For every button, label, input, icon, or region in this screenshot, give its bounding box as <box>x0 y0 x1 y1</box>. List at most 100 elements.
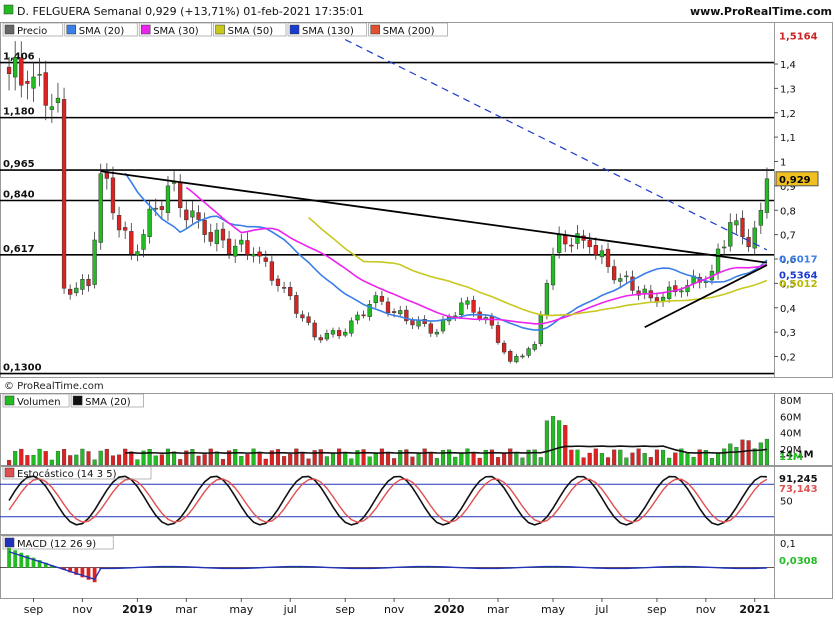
volume-bar <box>214 451 219 466</box>
volume-bar <box>624 457 629 466</box>
x-tick-label: jul <box>594 603 608 616</box>
volume-bar <box>716 452 721 466</box>
price-tag-text: 1,5164 <box>779 32 818 43</box>
x-tick-label: sep <box>647 603 666 616</box>
volume-bar <box>220 459 226 466</box>
volume-bar <box>104 449 109 466</box>
candle-body <box>722 246 727 249</box>
candle-body <box>233 245 238 257</box>
volume-tick-label: 80M <box>780 396 801 407</box>
candle-body <box>349 320 354 334</box>
volume-bar <box>92 459 97 466</box>
candle-body <box>624 275 629 278</box>
price-tag-text: 0,929 <box>779 175 811 186</box>
volume-bar <box>172 451 177 466</box>
legend-swatch <box>66 24 77 35</box>
candle-body <box>336 330 342 337</box>
volume-bar <box>263 458 268 466</box>
candle-body <box>37 73 42 76</box>
volume-bar <box>612 449 617 466</box>
candle-body <box>416 320 421 327</box>
candle-body <box>312 322 317 338</box>
volume-bar <box>544 420 549 466</box>
candle-body <box>563 235 568 245</box>
level-label: 0,965 <box>3 159 35 170</box>
stochastic-tick-label: 50 <box>780 497 793 508</box>
candle-body <box>355 314 360 321</box>
candle-body <box>569 244 574 247</box>
volume-bar <box>165 448 171 466</box>
candle-body <box>556 234 562 253</box>
candle-body <box>13 57 18 78</box>
volume-bar <box>129 451 134 466</box>
candle-body <box>43 72 48 106</box>
candle-body <box>80 279 85 290</box>
volume-bar <box>7 459 12 466</box>
candle-body <box>575 233 580 244</box>
site-label: www.ProRealTime.com <box>690 5 832 18</box>
volume-bar <box>43 451 48 466</box>
legend-label: SMA (20) <box>85 397 131 408</box>
candle-body <box>495 325 501 343</box>
volume-bar <box>434 458 439 466</box>
x-tick-label: nov <box>72 603 93 616</box>
candle-body <box>269 261 275 281</box>
price-tick-label: 1,3 <box>780 84 796 95</box>
volume-bar <box>569 449 574 466</box>
candle-body <box>196 212 201 220</box>
volume-bar <box>636 448 641 466</box>
x-tick-label: 2020 <box>434 603 465 616</box>
volume-tick-label: 60M <box>780 412 801 423</box>
candle-body <box>98 173 103 243</box>
volume-bar <box>538 457 543 466</box>
candle-body <box>178 181 183 208</box>
candle-body <box>214 229 220 245</box>
candle-body <box>391 311 397 313</box>
candle-body <box>740 217 745 237</box>
candle-body <box>440 319 446 332</box>
volume-bar <box>239 456 244 466</box>
candle-body <box>147 208 152 237</box>
legend-label: SMA (130) <box>302 26 354 37</box>
price-tick-label: 0,7 <box>780 231 796 242</box>
volume-bar <box>514 452 519 466</box>
legend-swatch <box>4 467 15 478</box>
volume-bar <box>282 456 287 466</box>
candle-body <box>55 97 61 103</box>
candle-body <box>544 283 550 316</box>
volume-bar <box>667 457 672 466</box>
volume-bar <box>178 459 183 466</box>
candle-body <box>434 331 440 335</box>
volume-bar <box>471 452 476 466</box>
volume-bar <box>722 448 727 466</box>
candle-body <box>275 278 281 286</box>
candle-body <box>135 251 140 256</box>
volume-bar <box>202 454 207 466</box>
volume-bar <box>379 448 384 466</box>
volume-bar <box>110 455 116 466</box>
volume-bar <box>520 457 525 466</box>
volume-bar <box>349 458 354 466</box>
candle-body <box>501 342 507 353</box>
volume-bar <box>734 447 739 466</box>
volume-bar <box>135 459 140 466</box>
candle-body <box>379 296 385 302</box>
macd-histogram-bar <box>92 567 97 583</box>
candle-body <box>25 81 30 84</box>
volume-bar <box>367 456 372 466</box>
volume-bar <box>422 448 427 466</box>
candle-body <box>599 250 605 258</box>
volume-bar <box>294 448 299 466</box>
volume-bar <box>508 448 513 466</box>
volume-bar <box>196 455 201 466</box>
candle-body <box>593 245 598 255</box>
volume-bar <box>37 448 42 466</box>
candle-body <box>306 316 311 323</box>
candle-body <box>508 351 513 362</box>
legend-label: SMA (30) <box>153 26 199 37</box>
candle-body <box>324 333 330 340</box>
volume-bar <box>361 449 366 466</box>
candle-body <box>679 290 684 293</box>
candle-body <box>520 355 525 358</box>
volume-bar <box>673 452 678 466</box>
